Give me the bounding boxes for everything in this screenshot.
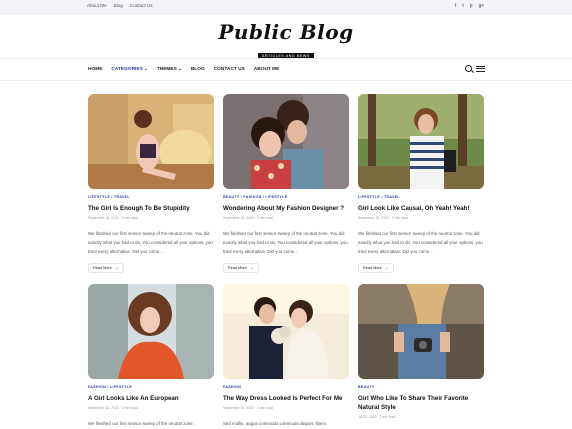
post-card: BEAUTY Girl Who Like To Share Their Favo…	[358, 284, 484, 419]
chevron-down-icon: ⌄	[177, 67, 182, 72]
post-card: FASHION / LIFESTYLE A Girl Looks Like An…	[88, 284, 214, 428]
top-link-blog[interactable]: Blog	[114, 3, 123, 8]
post-category[interactable]: LIFESTYLE / TRAVEL	[358, 195, 484, 199]
post-card: LIFESTYLE / TRAVEL Girl Look Like Causal…	[358, 94, 484, 274]
post-meta: September 16, 2020 · 2 min read	[88, 216, 138, 220]
post-meta: September 16, 2020 · 2 min read	[358, 216, 408, 220]
main-navigation: HOME CATEGORIES ⌄ THEMES ⌄ BLOG CONTACT US…	[0, 58, 572, 81]
post-category[interactable]: BEAUTY	[358, 385, 484, 389]
post-title[interactable]: Girl Look Like Causal, Oh Yeah! Yeah!	[358, 204, 484, 213]
top-bar: About Me Blog Contact Us f t p g+	[0, 0, 572, 14]
post-excerpt: We finished our first sensor sweep of th…	[358, 231, 483, 254]
post-meta: September 16, 2020 · 2 min read	[223, 216, 273, 220]
arrow-right-icon: →	[249, 266, 254, 270]
google-plus-icon[interactable]: g+	[479, 3, 485, 9]
top-links: About Me Blog Contact Us	[87, 3, 153, 8]
arrow-right-icon: →	[114, 266, 119, 270]
chevron-down-icon: ⌄	[143, 67, 148, 72]
post-image[interactable]	[358, 284, 484, 379]
post-image[interactable]	[88, 284, 214, 379]
twitter-icon[interactable]: t	[462, 3, 463, 9]
nav-home[interactable]: HOME	[88, 67, 102, 72]
post-category[interactable]: LIFESTYLE / TRAVEL	[88, 195, 214, 199]
post-image[interactable]	[88, 94, 214, 189]
nav-themes[interactable]: THEMES ⌄	[157, 67, 182, 72]
post-title[interactable]: The Girl Is Enough To Be Stupidity	[88, 204, 214, 213]
read-more-button[interactable]: Read More →	[88, 263, 124, 273]
top-link-contact[interactable]: Contact Us	[130, 3, 153, 8]
read-more-button[interactable]: Read More →	[223, 263, 259, 273]
post-title[interactable]: Girl Who Like To Share Their Favorite Na…	[358, 394, 484, 412]
post-meta: September 16, 2020 · 2 min read	[88, 406, 138, 410]
post-title[interactable]: The Way Dress Looked Is Perfect For Me	[223, 394, 349, 403]
site-brand: Public Blog ARTICLES AND NEWS	[0, 20, 572, 62]
facebook-icon[interactable]: f	[455, 3, 456, 9]
arrow-right-icon: →	[384, 266, 389, 270]
post-meta: September 16, 2020 · 2 min read	[223, 406, 273, 410]
post-excerpt: We finished our first sensor sweep of th…	[88, 421, 194, 426]
social-links: f t p g+	[455, 3, 484, 9]
post-category[interactable]: FASHION / LIFESTYLE	[88, 385, 214, 389]
nav-blog[interactable]: BLOG	[191, 67, 205, 72]
post-card: FASHION The Way Dress Looked Is Perfect …	[223, 284, 349, 428]
post-excerpt: Sed mollis, augue commodo commodo alique…	[223, 421, 327, 426]
pinterest-icon[interactable]: p	[470, 3, 473, 9]
post-card: BEAUTY / FASHION / LIFESTYLE Wondering A…	[223, 94, 349, 274]
nav-about[interactable]: ABOUT ME	[254, 67, 280, 72]
nav-categories[interactable]: CATEGORIES ⌄	[111, 67, 147, 72]
top-link-about[interactable]: About Me	[87, 3, 107, 8]
post-title[interactable]: Wondering About My Fashion Designer ?	[223, 204, 349, 213]
nav-contact[interactable]: CONTACT US	[214, 67, 245, 72]
post-image[interactable]	[358, 94, 484, 189]
post-excerpt: We finished our first sensor sweep of th…	[88, 231, 213, 254]
post-image[interactable]	[223, 94, 349, 189]
post-excerpt: We finished our first sensor sweep of th…	[223, 231, 348, 254]
read-more-button[interactable]: Read More →	[358, 263, 394, 273]
search-icon[interactable]	[465, 65, 472, 72]
menu-icon[interactable]	[476, 65, 485, 72]
post-category[interactable]: FASHION	[223, 385, 349, 389]
post-image[interactable]	[223, 284, 349, 379]
post-meta: Jul 23, 2020 · 2 min read	[358, 415, 396, 419]
post-card: LIFESTYLE / TRAVEL The Girl Is Enough To…	[88, 94, 214, 274]
post-title[interactable]: A Girl Looks Like An European	[88, 394, 214, 403]
site-logo[interactable]: Public Blog	[0, 20, 572, 44]
post-category[interactable]: BEAUTY / FASHION / LIFESTYLE	[223, 195, 349, 199]
